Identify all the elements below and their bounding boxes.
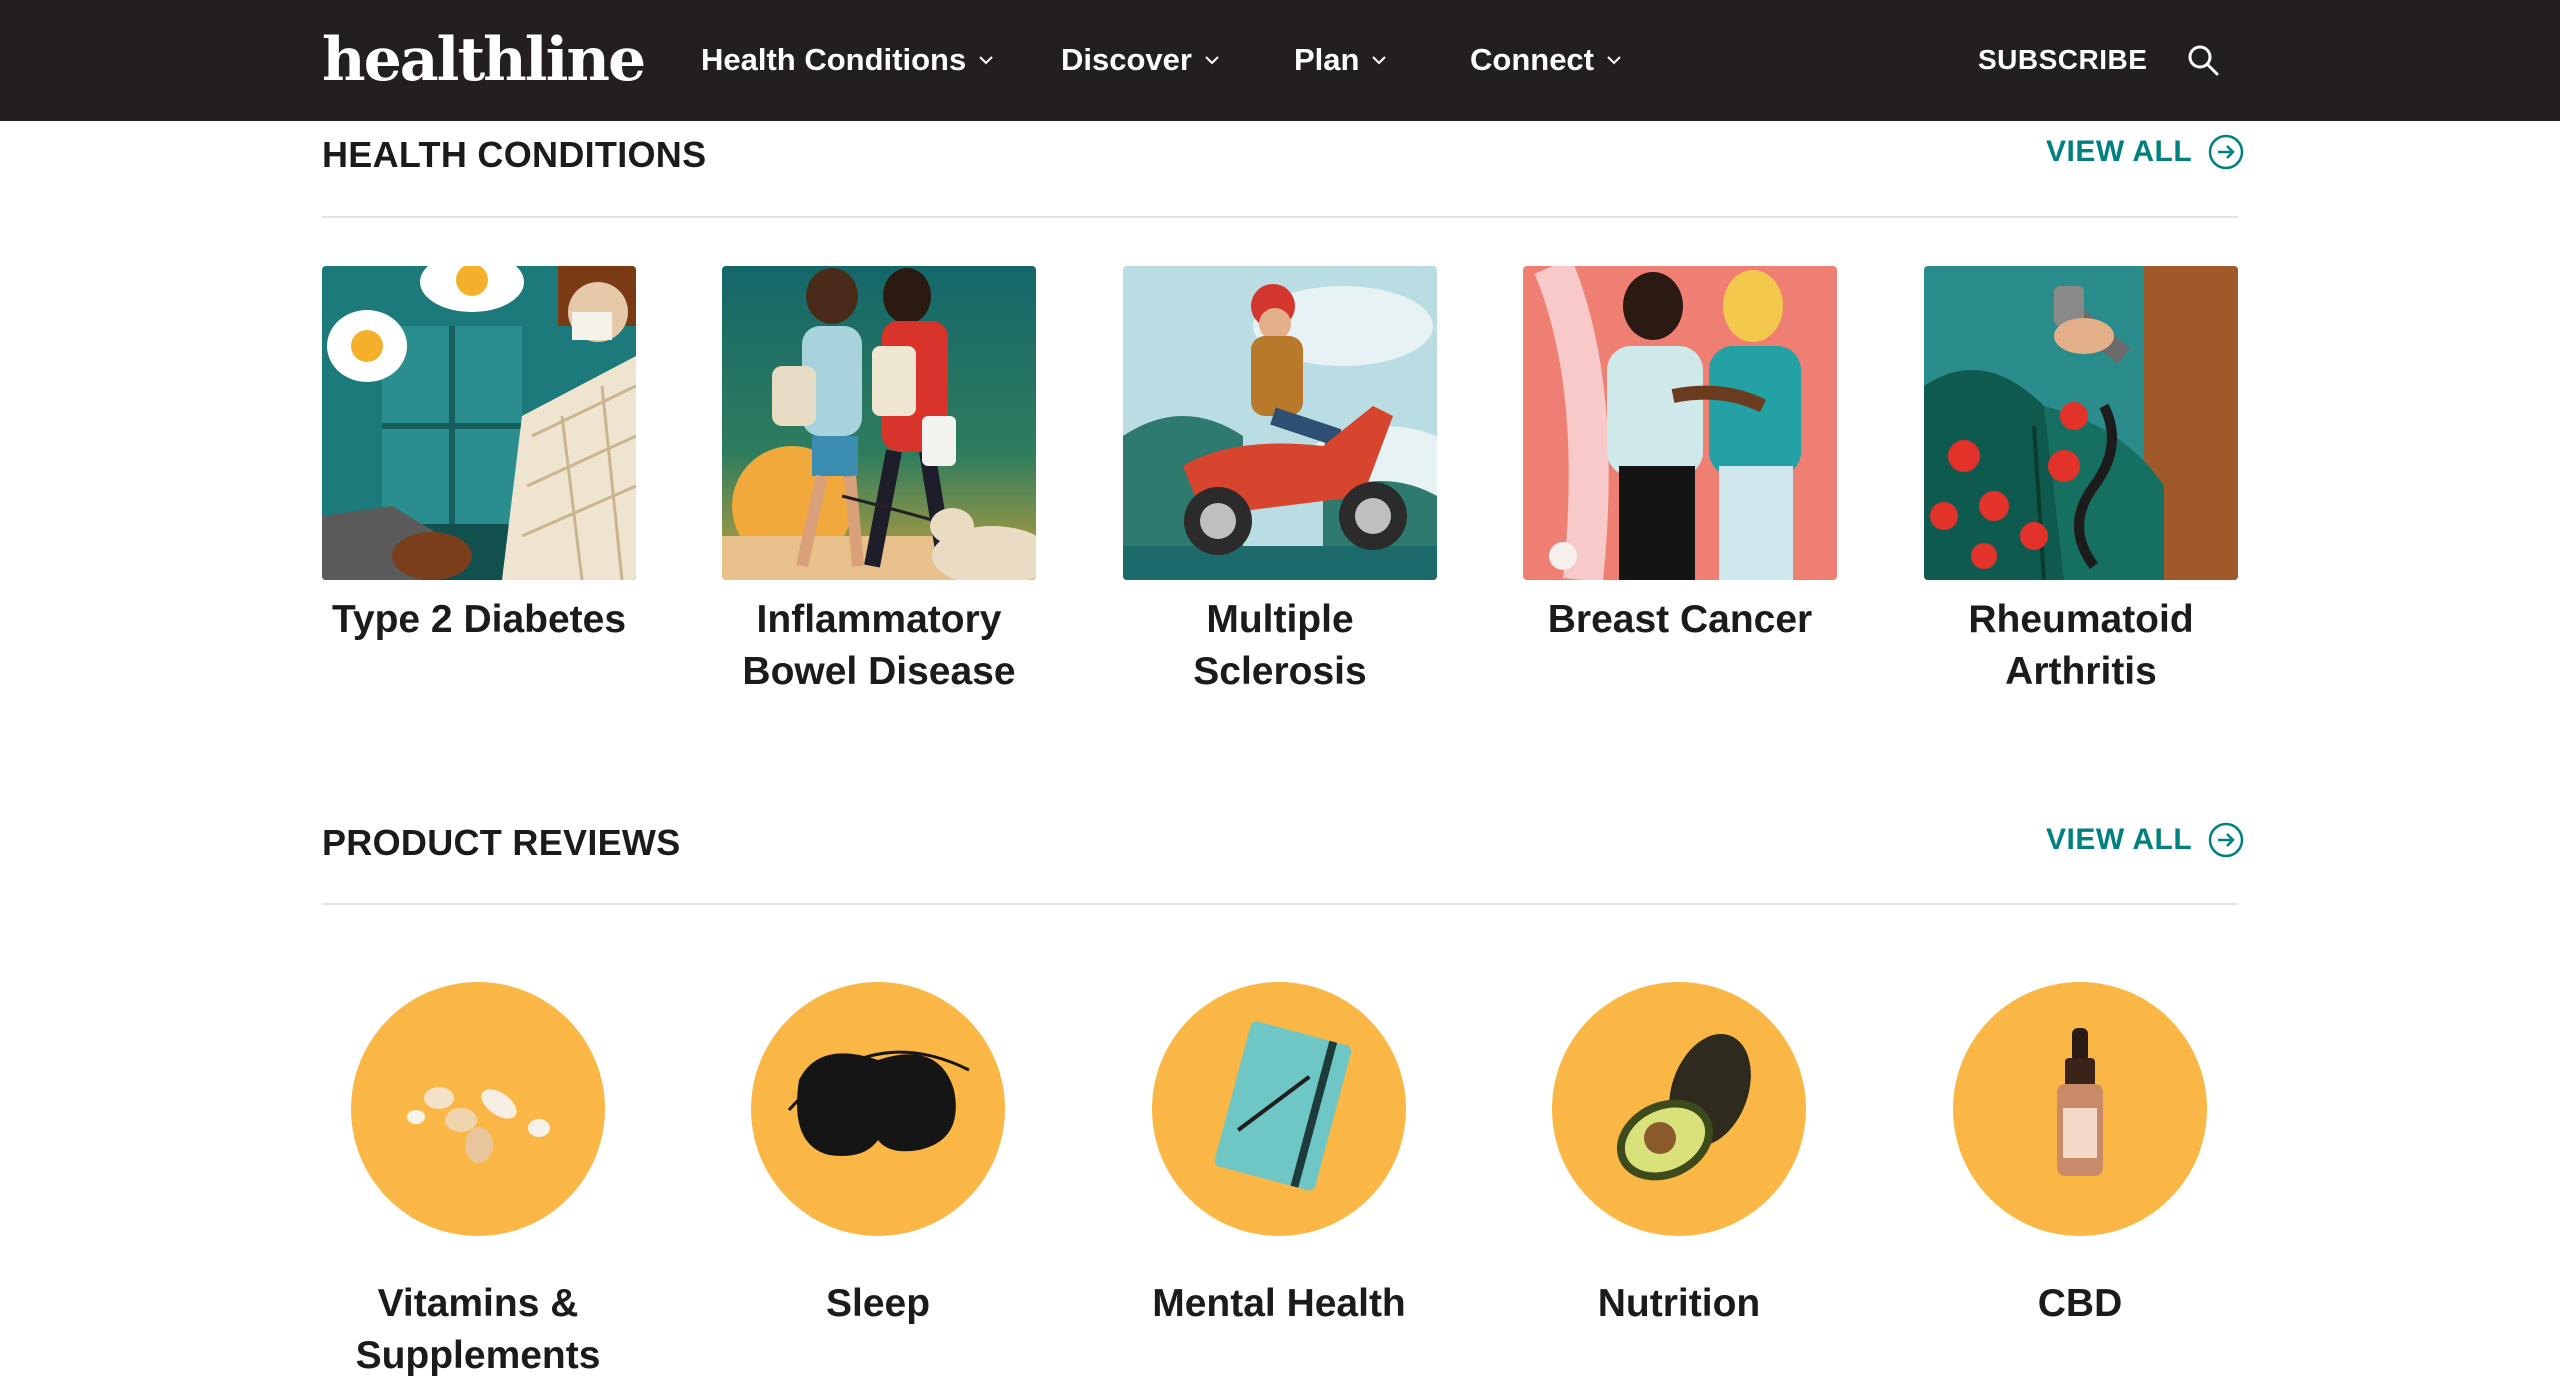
inflammatory-bowel-disease-illustration	[722, 266, 1036, 580]
nav-plan-label: Plan	[1294, 42, 1360, 77]
view-all-label: VIEW ALL	[2046, 823, 2193, 856]
product-review-label: Mental Health	[1152, 1282, 1406, 1325]
product-review-label: Vitamins & Supplements	[355, 1282, 601, 1377]
section-divider	[322, 216, 2238, 218]
condition-card-rheumatoid-arthritis[interactable]: Rheumatoid Arthritis	[1924, 266, 2238, 698]
product-review-label: CBD	[2037, 1282, 2123, 1325]
nav-connect[interactable]: Connect	[1470, 36, 1624, 84]
chevron-down-icon	[1205, 56, 1219, 65]
condition-card-breast-cancer[interactable]: Breast Cancer	[1523, 266, 1837, 646]
top-nav-bar: healthline Health Conditions Discover Pl…	[0, 0, 2560, 121]
condition-card-inflammatory-bowel-disease[interactable]: Inflammatory Bowel Disease	[722, 266, 1036, 698]
nav-plan[interactable]: Plan	[1294, 36, 1389, 84]
breast-cancer-illustration	[1523, 266, 1837, 580]
product-review-label: Nutrition	[1597, 1282, 1761, 1325]
chevron-down-icon	[979, 56, 993, 65]
sleep-mask-icon	[751, 982, 1005, 1236]
notebook-icon	[1152, 982, 1406, 1236]
vitamins-pills-icon	[351, 982, 605, 1236]
nav-connect-label: Connect	[1470, 42, 1594, 77]
multiple-sclerosis-illustration	[1123, 266, 1437, 580]
product-reviews-view-all-link[interactable]: VIEW ALL	[2046, 822, 2244, 858]
nav-discover[interactable]: Discover	[1061, 36, 1222, 84]
product-reviews-heading: PRODUCT REVIEWS	[322, 822, 681, 863]
dropper-bottle-icon	[1953, 982, 2207, 1236]
condition-card-label: Rheumatoid Arthritis	[1968, 598, 2194, 693]
nav-health-conditions[interactable]: Health Conditions	[701, 36, 996, 84]
product-review-mental-health[interactable]: Mental Health	[1079, 980, 1479, 1330]
nav-discover-label: Discover	[1061, 42, 1192, 77]
product-review-label: Sleep	[825, 1282, 931, 1325]
type-2-diabetes-illustration	[322, 266, 636, 580]
condition-card-label: Multiple Sclerosis	[1193, 598, 1367, 693]
product-review-cbd[interactable]: CBD	[1880, 980, 2280, 1330]
view-all-label: VIEW ALL	[2046, 135, 2193, 168]
rheumatoid-arthritis-illustration	[1924, 266, 2238, 580]
health-conditions-view-all-link[interactable]: VIEW ALL	[2046, 134, 2244, 170]
search-icon[interactable]	[2186, 43, 2220, 77]
product-review-sleep[interactable]: Sleep	[678, 980, 1078, 1330]
condition-card-label: Breast Cancer	[1547, 598, 1813, 641]
avocado-icon	[1552, 982, 1806, 1236]
health-conditions-heading: HEALTH CONDITIONS	[322, 134, 707, 175]
product-review-vitamins-supplements[interactable]: Vitamins & Supplements	[278, 980, 678, 1382]
arrow-circle-right-icon	[2208, 822, 2244, 858]
chevron-down-icon	[1607, 56, 1621, 65]
healthline-logo[interactable]: healthline	[322, 22, 646, 98]
condition-card-type-2-diabetes[interactable]: Type 2 Diabetes	[322, 266, 636, 646]
chevron-down-icon	[1372, 56, 1387, 65]
section-divider	[322, 903, 2238, 905]
nav-health-conditions-label: Health Conditions	[701, 42, 967, 77]
condition-card-label: Inflammatory Bowel Disease	[742, 598, 1016, 693]
condition-card-multiple-sclerosis[interactable]: Multiple Sclerosis	[1123, 266, 1437, 698]
subscribe-button[interactable]: SUBSCRIBE	[1978, 38, 2147, 82]
condition-card-label: Type 2 Diabetes	[331, 598, 627, 641]
arrow-circle-right-icon	[2208, 134, 2244, 170]
product-review-nutrition[interactable]: Nutrition	[1479, 980, 1879, 1330]
